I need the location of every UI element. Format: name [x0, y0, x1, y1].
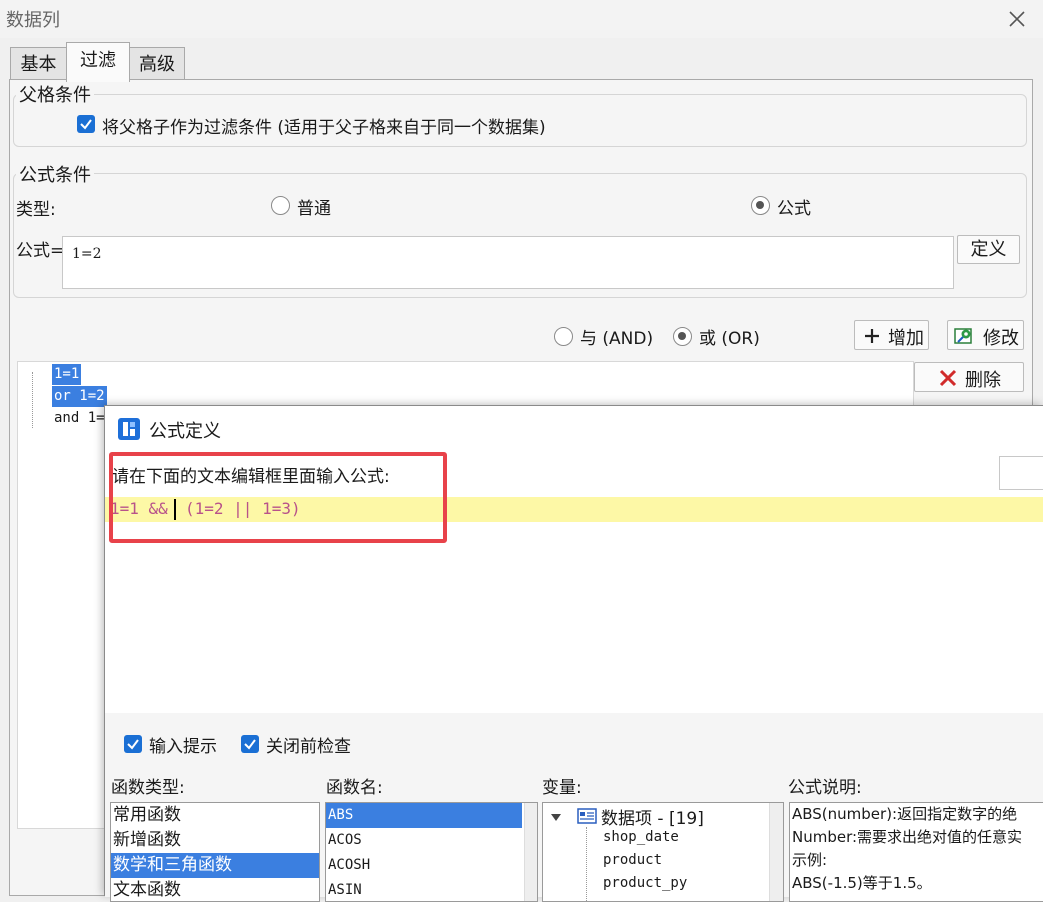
tab-filter[interactable]: 过滤: [66, 42, 130, 82]
tree-expand-icon[interactable]: [550, 813, 562, 822]
search-box[interactable]: [999, 456, 1043, 490]
formula-input[interactable]: 1=2: [62, 236, 954, 289]
logic-and-label: 与 (AND): [580, 329, 654, 349]
list-item[interactable]: 新增函数: [111, 828, 319, 853]
formula-label: 公式=: [16, 241, 65, 261]
list-item[interactable]: 文本函数: [111, 878, 319, 901]
description-line: ABS(-1.5)等于1.5。: [792, 874, 932, 892]
logic-or-radio[interactable]: [673, 327, 692, 346]
variable-scrollbar[interactable]: [769, 803, 783, 901]
app-logo-icon: [118, 418, 140, 440]
type-formula-radio[interactable]: [751, 196, 770, 215]
logic-and-radio[interactable]: [554, 327, 573, 346]
variable-item[interactable]: product: [603, 852, 662, 868]
type-label: 类型:: [16, 200, 56, 220]
list-item[interactable]: ABS: [326, 803, 522, 828]
delete-x-icon: [939, 369, 957, 387]
logic-or-label: 或 (OR): [699, 329, 760, 349]
parent-filter-checkbox[interactable]: [77, 115, 95, 133]
formula-definition-dialog: 公式定义 请在下面的文本编辑框里面输入公式: 1=1 && (1=2 || 1=…: [104, 405, 1043, 902]
plus-icon: [865, 329, 879, 343]
add-button[interactable]: 增加: [854, 320, 929, 350]
description-label: 公式说明:: [788, 778, 862, 798]
input-hint-checkbox[interactable]: [124, 735, 142, 753]
function-name-list[interactable]: ABS ACOS ACOSH ASIN: [325, 802, 538, 902]
list-item[interactable]: ACOSH: [326, 853, 537, 878]
tree-guide-line: [586, 827, 587, 901]
variable-label: 变量:: [542, 778, 582, 798]
description-line: 示例:: [792, 851, 828, 869]
description-panel: ABS(number):返回指定数字的绝 Number:需要求出绝对值的任意实 …: [789, 802, 1043, 902]
modify-button-label: 修改: [983, 328, 1019, 349]
delete-button[interactable]: 删除: [914, 362, 1024, 392]
list-item[interactable]: ASIN: [326, 878, 537, 901]
input-hint-label: 输入提示: [149, 737, 217, 757]
edit-gear-icon: [954, 328, 972, 344]
formula-condition-label: 公式条件: [16, 161, 94, 187]
type-normal-radio[interactable]: [271, 196, 290, 215]
close-icon[interactable]: [1002, 4, 1032, 34]
type-formula-label: 公式: [777, 199, 811, 219]
type-normal-label: 普通: [297, 199, 331, 219]
delete-button-label: 删除: [965, 370, 1001, 391]
dialog-title: 公式定义: [149, 421, 221, 442]
tab-advanced[interactable]: 高级: [129, 47, 185, 81]
parent-condition-label: 父格条件: [16, 81, 94, 107]
define-button[interactable]: 定义: [957, 235, 1020, 264]
description-line: ABS(number):返回指定数字的绝: [792, 805, 1018, 823]
function-type-list[interactable]: 常用函数 新增函数 数学和三角函数 文本函数: [110, 802, 320, 902]
tab-basic[interactable]: 基本: [10, 47, 67, 81]
list-item[interactable]: 常用函数: [111, 803, 319, 828]
tree-guide-line: [32, 372, 33, 428]
list-item[interactable]: 1=1: [52, 364, 82, 385]
variable-root[interactable]: 数据项 - [19]: [601, 804, 704, 829]
list-item[interactable]: and 1=: [52, 408, 107, 429]
modify-button[interactable]: 修改: [947, 320, 1024, 350]
parent-filter-checkbox-label: 将父格子作为过滤条件 (适用于父子格来自于同一个数据集): [102, 118, 546, 138]
dialog-titlebar: 公式定义: [105, 406, 1043, 448]
add-button-label: 增加: [888, 328, 924, 349]
dataset-icon: [577, 808, 597, 824]
check-before-close-checkbox[interactable]: [241, 735, 259, 753]
check-before-close-label: 关闭前检查: [266, 737, 351, 757]
list-item[interactable]: 数学和三角函数: [111, 853, 319, 878]
formula-editor[interactable]: 请在下面的文本编辑框里面输入公式: 1=1 && (1=2 || 1=3): [105, 448, 1043, 713]
list-item[interactable]: or 1=2: [52, 386, 107, 407]
function-name-scrollbar[interactable]: [524, 803, 537, 901]
dialog-bottom-area: 输入提示 关闭前检查 函数类型: 函数名: 变量: 公式说明: 常用函数 新增函…: [105, 713, 1043, 902]
variable-tree[interactable]: 数据项 - [19] shop_date product product_py: [542, 802, 784, 902]
function-name-label: 函数名:: [326, 778, 383, 798]
highlight-annotation-box: [109, 452, 447, 543]
window-title: 数据列: [6, 10, 60, 31]
window-titlebar: 数据列: [0, 0, 1043, 38]
variable-item[interactable]: shop_date: [603, 829, 679, 845]
list-item[interactable]: ACOS: [326, 828, 537, 853]
description-line: Number:需要求出绝对值的任意实: [792, 828, 1023, 846]
function-type-label: 函数类型:: [111, 778, 185, 798]
formula-input-value: 1=2: [72, 246, 102, 262]
variable-item[interactable]: product_py: [603, 875, 687, 891]
